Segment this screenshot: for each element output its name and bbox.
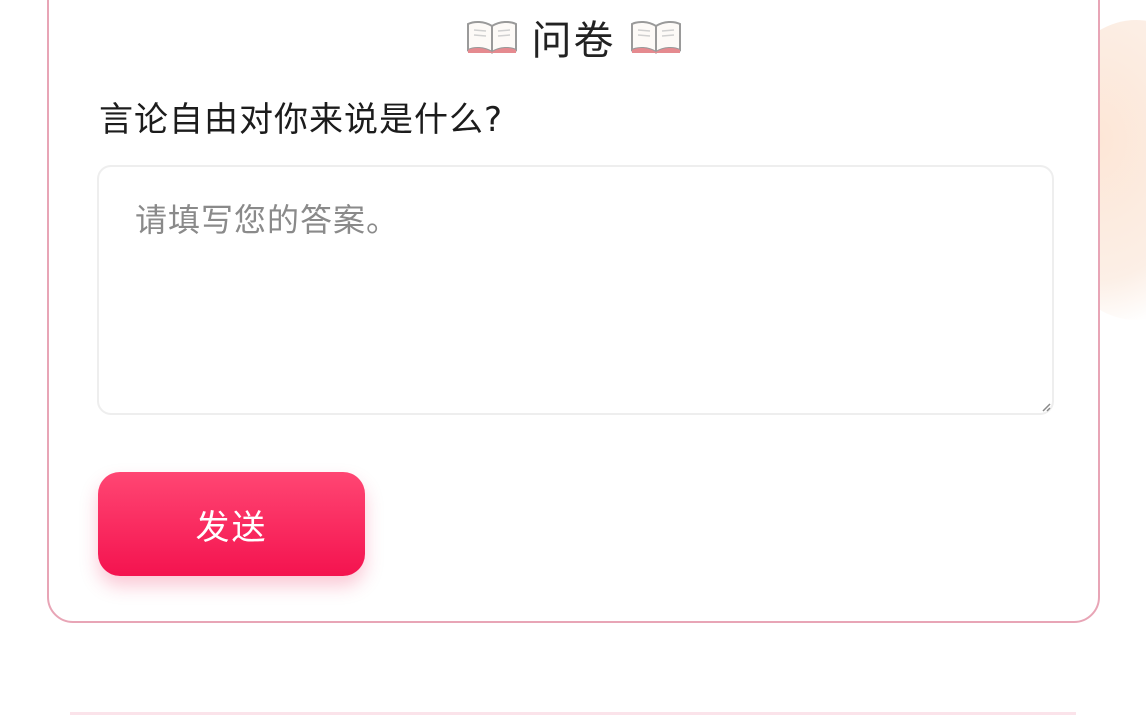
survey-card: 问卷 言论自由对你来说是什么? 发送 (47, 0, 1100, 623)
send-button[interactable]: 发送 (98, 472, 365, 576)
survey-title: 问卷 (531, 18, 616, 64)
answer-textarea[interactable] (97, 165, 1054, 415)
resize-handle-icon[interactable] (1039, 400, 1051, 412)
page: 问卷 言论自由对你来说是什么? 发送 (0, 0, 1146, 716)
divider (70, 712, 1076, 715)
question-label: 言论自由对你来说是什么? (99, 100, 504, 140)
open-book-icon (466, 20, 518, 54)
open-book-icon (630, 20, 682, 54)
survey-header: 问卷 (49, 8, 1098, 66)
